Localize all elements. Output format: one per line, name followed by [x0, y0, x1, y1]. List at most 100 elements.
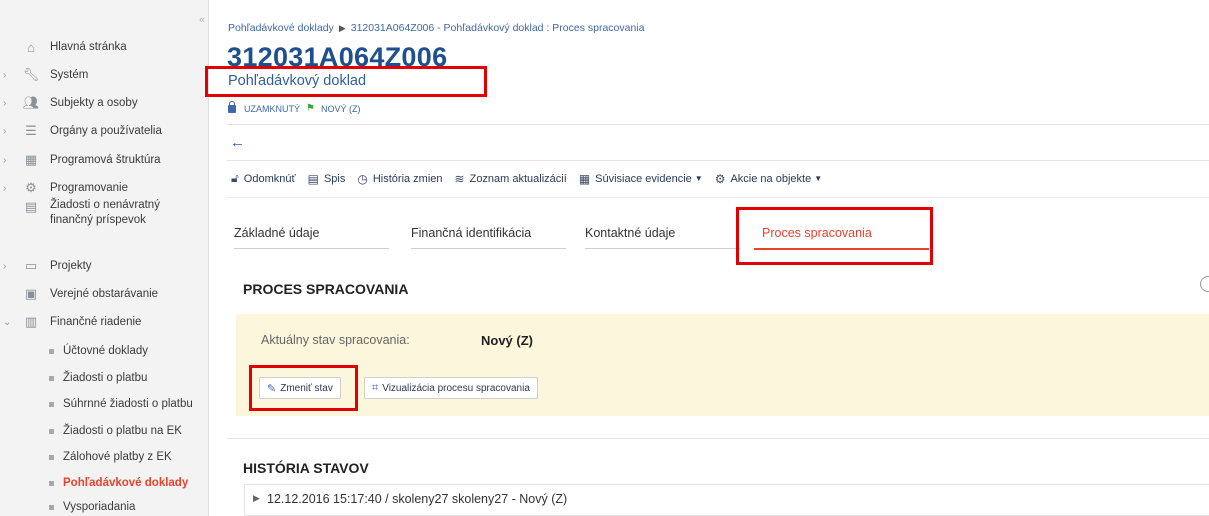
- chevron-right-icon: ›: [3, 260, 7, 272]
- sidebar-subitem-label: Pohľadávkové doklady: [63, 477, 189, 489]
- sidebar-subitem-advance-payments[interactable]: Zálohové platby z EK: [0, 444, 209, 470]
- sidebar-subitem-label: Zálohové platby z EK: [63, 451, 172, 463]
- sidebar-item-label: Programová štruktúra: [50, 153, 161, 166]
- bullet-icon: [49, 375, 54, 381]
- chevron-right-icon: ›: [3, 97, 7, 109]
- sidebar-subitem-payment-requests[interactable]: Žiadosti o platbu: [0, 365, 209, 391]
- caret-down-icon: ▼: [694, 174, 703, 183]
- state-panel: Aktuálny stav spracovania: Nový (Z) ✎ Zm…: [236, 314, 1209, 416]
- unlock-button[interactable]: 🔓︎ Odomknúť: [231, 171, 296, 186]
- document-icon: ▤: [24, 199, 38, 214]
- sidebar-item-home[interactable]: ⌂ Hlavná stránka: [0, 34, 209, 60]
- sidebar-item-subjects[interactable]: › 👥︎ Subjekty a osoby: [0, 90, 209, 116]
- breadcrumb-link[interactable]: Pohľadávkové doklady: [228, 22, 334, 34]
- wrench-icon: 🔧︎: [22, 67, 40, 82]
- cog-icon: ⚙: [714, 171, 726, 186]
- main-content: Pohľadávkové doklady ▶ 312031A064Z006 - Po…: [205, 0, 1209, 516]
- breadcrumb-separator-icon: ▶: [338, 23, 346, 33]
- file-icon: ▤: [307, 171, 319, 186]
- lock-icon: [228, 100, 236, 113]
- sidebar-item-finance[interactable]: ⌄ ▥ Finančné riadenie: [0, 309, 209, 335]
- history-entry[interactable]: ▶ 12.12.2016 15:17:40 / skoleny27 skolen…: [244, 484, 1209, 516]
- breadcrumb: Pohľadávkové doklady ▶ 312031A064Z006 - Po…: [228, 22, 644, 34]
- expand-icon: ▶: [253, 493, 260, 503]
- flag-icon: ⚑: [306, 103, 315, 114]
- section-title: PROCES SPRACOVANIA: [243, 281, 409, 297]
- bullet-icon: [49, 348, 54, 354]
- tab-basic-data[interactable]: Základné údaje: [234, 226, 319, 240]
- chevron-down-icon: ⌄: [3, 316, 12, 328]
- tab-underline: [585, 248, 740, 249]
- chevron-right-icon: ›: [3, 125, 7, 137]
- sidebar-item-label: Orgány a používatelia: [50, 124, 162, 137]
- layers-icon: ≋: [454, 171, 465, 186]
- sidebar-subitem-label: Žiadosti o platbu: [63, 372, 148, 384]
- file-label: Spis: [323, 172, 346, 185]
- sidebar-item-procurement[interactable]: ▣ Verejné obstarávanie: [0, 281, 209, 307]
- sidebar-item-organs[interactable]: › ☰ Orgány a používatelia: [0, 118, 209, 144]
- visualize-process-label: Vizualizácia procesu spracovania: [382, 382, 530, 394]
- tab-underline: [411, 248, 566, 249]
- tab-financial-identification[interactable]: Finančná identifikácia: [411, 226, 531, 240]
- related-dropdown[interactable]: ▦ Súvisiace evidencie ▼: [579, 172, 703, 186]
- sidebar-item-label: Finančné riadenie: [50, 315, 142, 328]
- highlight-box-change-state: [249, 365, 358, 411]
- chevron-right-icon: ›: [3, 69, 7, 81]
- tab-contact-data[interactable]: Kontaktné údaje: [585, 226, 675, 240]
- sidebar-item-applications[interactable]: ▤ Žiadosti o nenávratný finančný príspev…: [0, 196, 209, 246]
- actions-label: Akcie na objekte: [730, 172, 812, 185]
- sidebar-subitem-ek-payment-requests[interactable]: Žiadosti o platbu na EK: [0, 418, 209, 444]
- divider: [227, 124, 1209, 125]
- actions-dropdown[interactable]: ⚙ Akcie na objekte ▼: [715, 172, 822, 186]
- breadcrumb-current: 312031A064Z006 - Pohľadávkový doklad : P…: [350, 22, 645, 34]
- sidebar-item-system[interactable]: › 🔧︎ Systém: [0, 62, 209, 88]
- sidebar-item-label: Subjekty a osoby: [50, 96, 138, 109]
- updates-button[interactable]: ≋ Zoznam aktualizácií: [455, 172, 567, 186]
- state-value: Nový (Z): [481, 333, 533, 348]
- diagram-icon: ⌗: [372, 381, 379, 394]
- sidebar-item-program-structure[interactable]: › ▦ Programová štruktúra: [0, 147, 209, 173]
- finance-icon: ▥: [24, 314, 38, 329]
- file-button[interactable]: ▤ Spis: [308, 172, 346, 186]
- folder-icon: ▭: [24, 258, 38, 273]
- highlight-box-doc-type: [205, 66, 487, 97]
- sidebar-item-projects[interactable]: › ▭ Projekty: [0, 253, 209, 279]
- help-icon[interactable]: [1200, 276, 1209, 292]
- sidebar-subitem-summary-payment-requests[interactable]: Súhrnné žiadosti o platbu: [0, 391, 209, 417]
- clock-icon: ◷: [357, 171, 368, 186]
- chevron-right-icon: ›: [3, 154, 7, 166]
- visualize-process-button[interactable]: ⌗ Vizualizácia procesu spracovania: [364, 377, 538, 399]
- bullet-icon: [49, 480, 54, 486]
- people-icon: 👥︎: [22, 95, 40, 110]
- bullet-icon: [49, 454, 54, 460]
- sidebar-item-label: Žiadosti o nenávratný finančný príspevok: [50, 199, 160, 226]
- sidebar-subitem-accounting-docs[interactable]: Účtovné doklady: [0, 338, 209, 364]
- status-row: UZAMKNUTÝ ⚑ NOVÝ (Z): [228, 100, 361, 114]
- highlight-box-process-tab: [736, 207, 933, 265]
- unlock-icon: 🔓︎: [231, 171, 239, 185]
- sidebar-subitem-label: Účtovné doklady: [63, 345, 149, 357]
- history-title: HISTÓRIA STAVOV: [243, 460, 369, 476]
- structure-icon: ▦: [24, 152, 38, 167]
- sidebar-subitem-receivable-docs[interactable]: Pohľadávkové doklady: [0, 470, 209, 496]
- related-label: Súvisiace evidencie: [595, 172, 692, 185]
- collapse-sidebar-icon[interactable]: «: [199, 14, 205, 26]
- divider: [227, 197, 1209, 198]
- users-icon: ☰: [25, 123, 37, 138]
- lock-status: UZAMKNUTÝ: [244, 103, 300, 114]
- state-status: NOVÝ (Z): [320, 103, 361, 114]
- sidebar-item-label: Systém: [50, 68, 89, 81]
- history-label: História zmien: [372, 172, 443, 185]
- database-icon: ▦: [578, 171, 591, 186]
- back-arrow-icon[interactable]: ←: [230, 134, 245, 151]
- history-entry-text: 12.12.2016 15:17:40 / skoleny27 skoleny2…: [267, 492, 568, 506]
- home-icon: ⌂: [27, 39, 35, 55]
- sidebar-item-label: Projekty: [50, 259, 92, 272]
- sidebar-subitem-label: Vysporiadania: [63, 501, 136, 513]
- bullet-icon: [49, 504, 54, 510]
- sidebar-subitem-label: Žiadosti o platbu na EK: [63, 425, 182, 437]
- history-button[interactable]: ◷ História zmien: [357, 172, 442, 186]
- tab-underline: [234, 248, 389, 249]
- caret-down-icon: ▼: [814, 174, 823, 183]
- sidebar-subitem-settlements[interactable]: Vysporiadania: [0, 494, 209, 516]
